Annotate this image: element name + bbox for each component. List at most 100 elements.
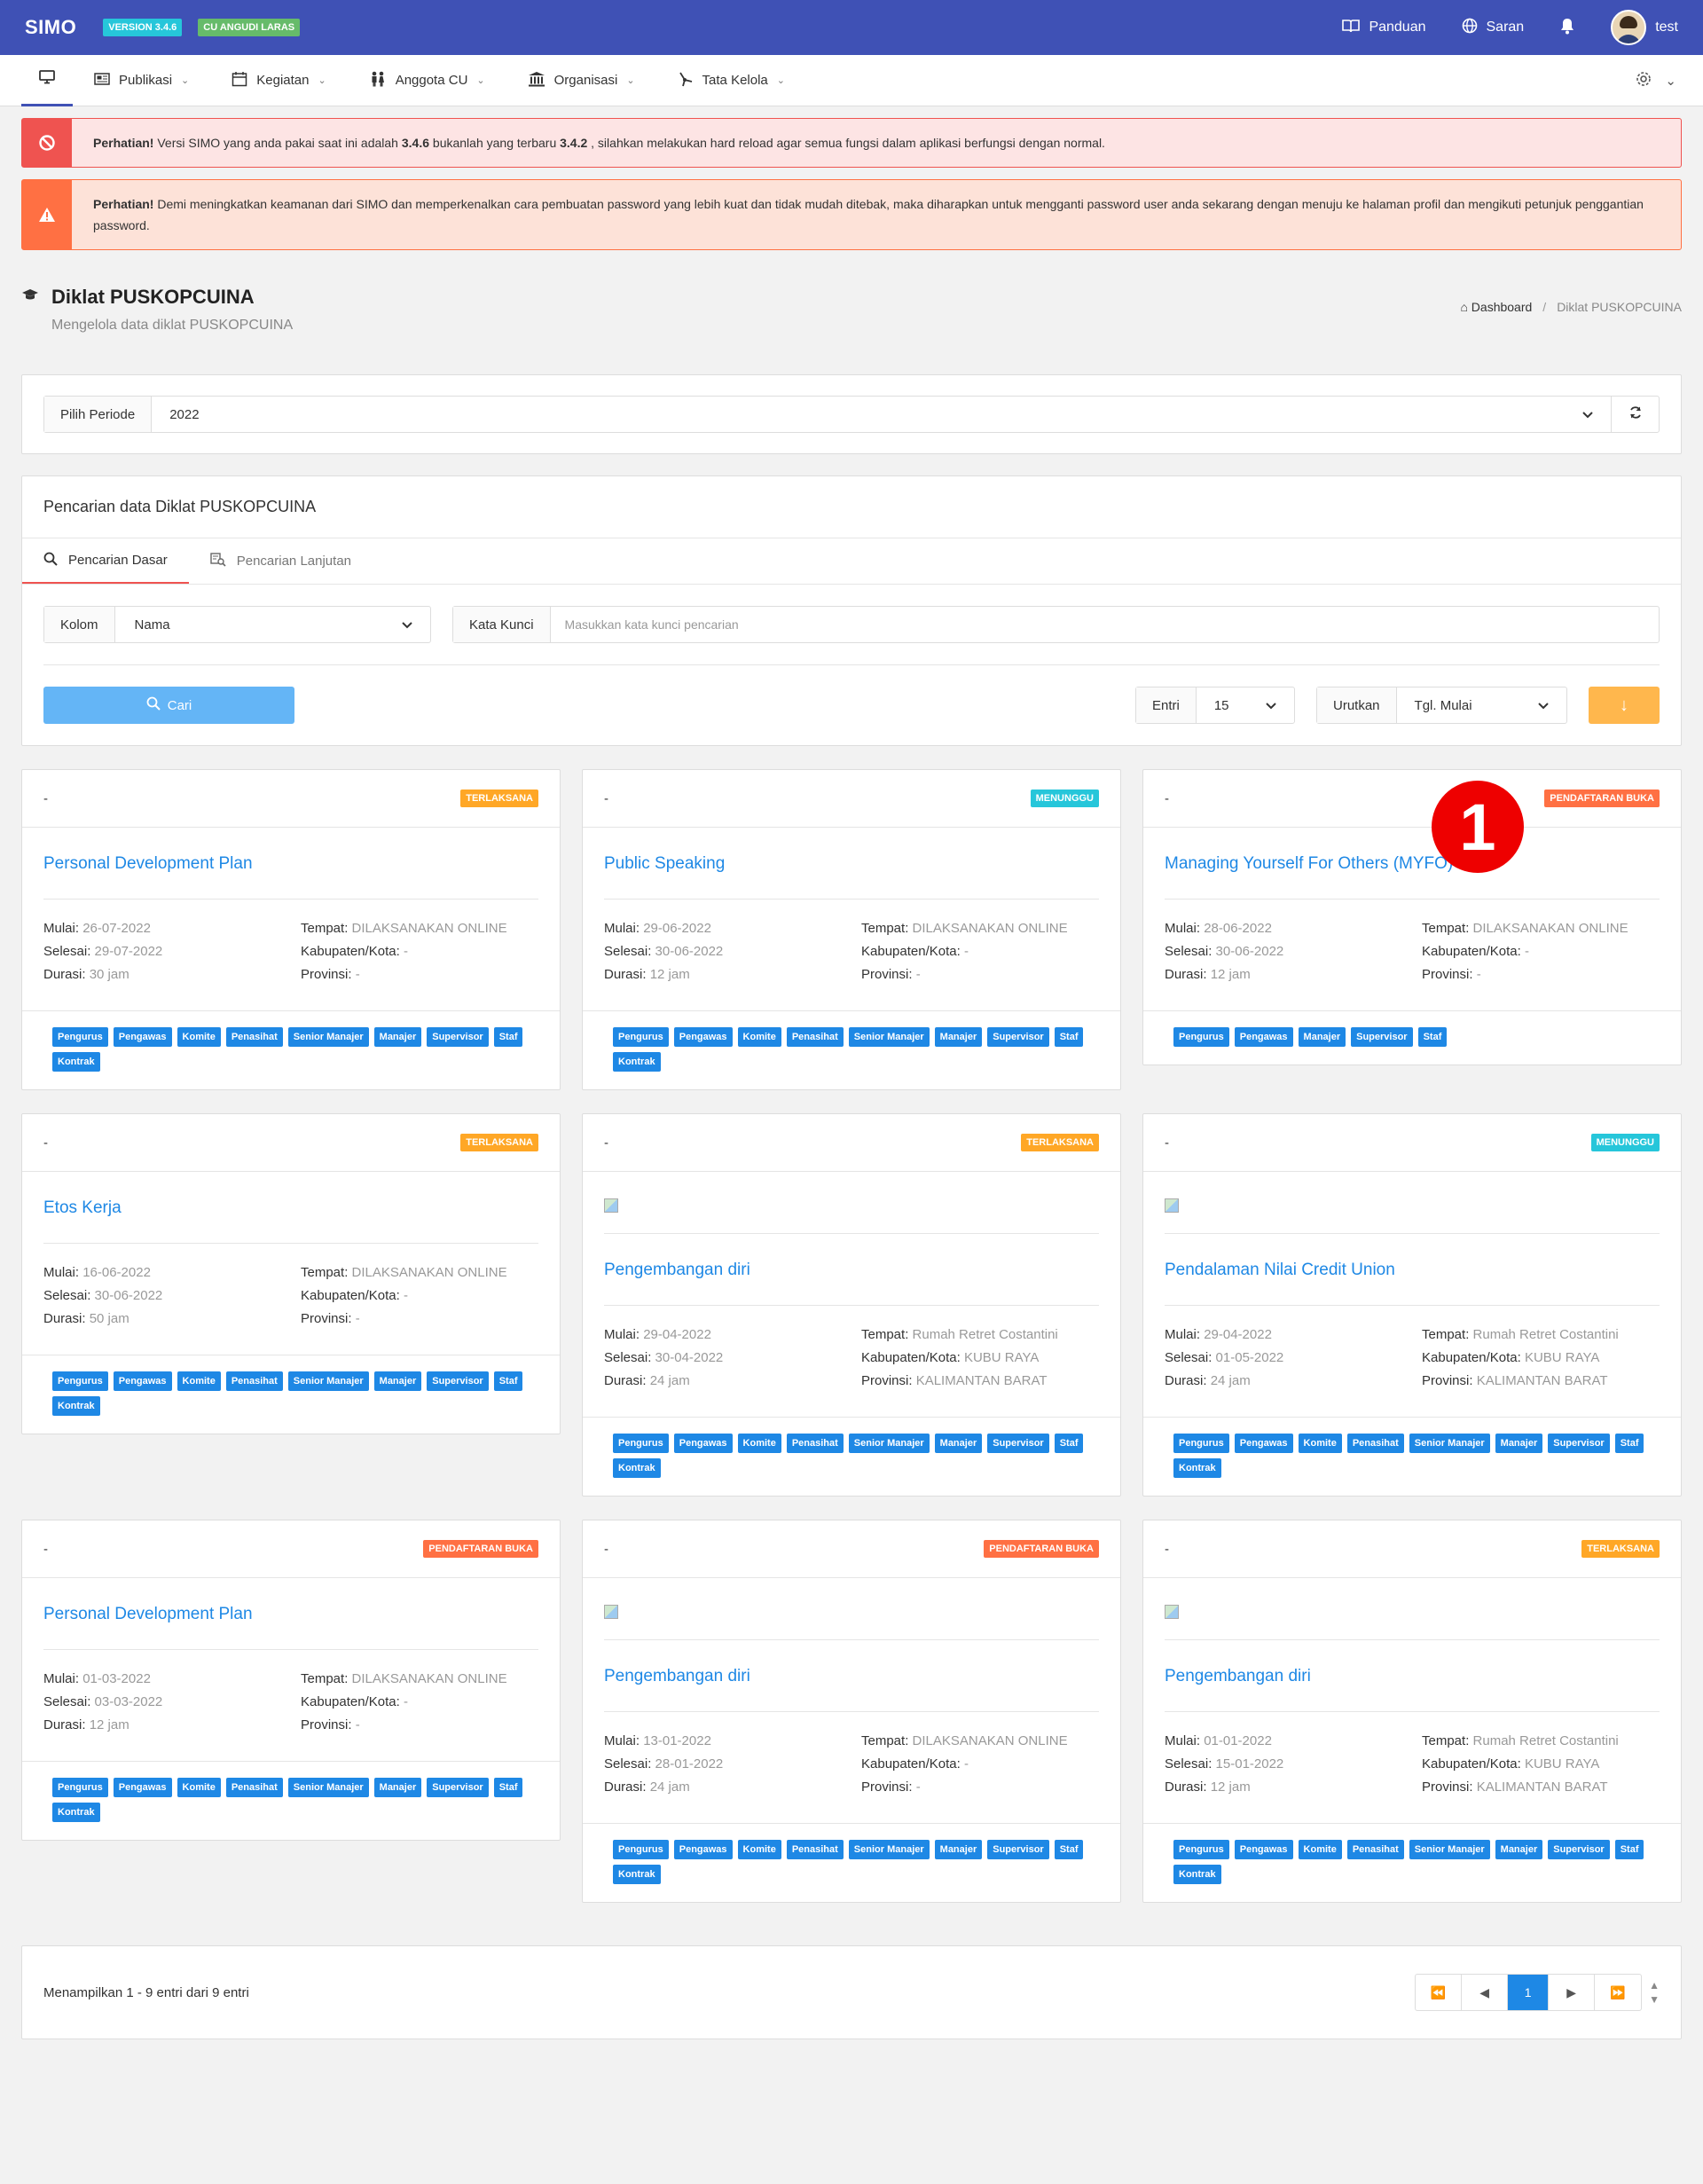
tempat-field: Tempat: DILAKSANAKAN ONLINE [301, 921, 507, 936]
refresh-button[interactable] [1611, 397, 1659, 432]
card-title[interactable]: Pengembangan diri [604, 1234, 1099, 1306]
diklat-card[interactable]: - PENDAFTARAN BUKA Personal Development … [21, 1520, 561, 1841]
diklat-card[interactable]: - MENUNGGU Pendalaman Nilai Credit Union… [1142, 1113, 1682, 1497]
last-page-button[interactable]: ⏩ [1595, 1975, 1641, 2010]
audience-tag: Kontrak [52, 1052, 100, 1072]
periode-select[interactable]: 2022 [152, 397, 1611, 432]
card-tags: Pengurus Pengawas Komite Penasihat Senior Ma… [583, 1010, 1120, 1089]
audience-tag: Kontrak [52, 1803, 100, 1822]
audience-tag: Senior Manajer [848, 1027, 930, 1047]
first-page-button[interactable]: ⏪ [1416, 1975, 1463, 2010]
audience-tag: Pengawas [673, 1027, 733, 1047]
card-title[interactable]: Managing Yourself For Others (MYFO) [1165, 828, 1660, 900]
entri-select[interactable]: 15 [1197, 687, 1294, 723]
card-header-text: - [1165, 1135, 1169, 1151]
audience-tag: Staf [1054, 1434, 1084, 1453]
saran-link[interactable]: Saran [1462, 18, 1524, 38]
page-subtitle: Mengelola data diklat PUSKOPCUINA [51, 318, 294, 333]
card-tags: Pengurus Pengawas Komite Penasihat Senior Ma… [1143, 1417, 1681, 1496]
card-info: Mulai: 29-04-2022 Tempat: Rumah Retret C… [604, 1306, 1099, 1417]
audience-tag: Manajer [934, 1027, 983, 1047]
durasi-field: Durasi: 30 jam [43, 967, 129, 982]
menu-organisasi[interactable]: Organisasi ⌄ [506, 55, 656, 106]
audience-tag: Komite [177, 1778, 221, 1797]
tempat-field: Tempat: Rumah Retret Costantini [861, 1327, 1058, 1342]
audience-tag: Pengurus [52, 1778, 108, 1797]
audience-tag: Pengawas [673, 1840, 733, 1859]
kata-kunci-label: Kata Kunci [453, 607, 551, 642]
settings-menu[interactable]: ⌄ [1635, 70, 1682, 91]
card-body: Pengembangan diri Mulai: 29-04-2022 Temp… [583, 1172, 1120, 1417]
tab-pencarian-lanjutan[interactable]: Pencarian Lanjutan [189, 538, 373, 584]
calendar-icon [232, 71, 247, 90]
status-badge: TERLAKSANA [460, 1134, 538, 1151]
kata-kunci-input[interactable]: Masukkan kata kunci pencarian [551, 607, 1659, 642]
card-title[interactable]: Etos Kerja [43, 1172, 538, 1244]
brand-logo[interactable]: SIMO [25, 16, 76, 39]
diklat-card[interactable]: - PENDAFTARAN BUKA Pengembangan diri Mul… [582, 1520, 1121, 1903]
card-title[interactable]: Personal Development Plan [43, 1578, 538, 1650]
audience-tag: Komite [1298, 1840, 1342, 1859]
card-title[interactable]: Pengembangan diri [604, 1640, 1099, 1712]
audience-tag: Senior Manajer [1409, 1840, 1490, 1859]
tempat-field: Tempat: Rumah Retret Costantini [1422, 1327, 1619, 1342]
urutkan-select[interactable]: Tgl. Mulai [1397, 687, 1566, 723]
prev-page-button[interactable]: ◀ [1462, 1975, 1509, 2010]
warning-icon [22, 180, 72, 249]
broken-image-icon [604, 1198, 618, 1213]
tab-pencarian-dasar[interactable]: Pencarian Dasar [22, 538, 189, 584]
card-header: - TERLAKSANA [22, 1114, 560, 1172]
audience-tag: Komite [737, 1434, 781, 1453]
tempat-field: Tempat: DILAKSANAKAN ONLINE [861, 921, 1068, 936]
card-title[interactable]: Personal Development Plan [43, 828, 538, 900]
caret-down-icon: ▼ [1649, 1993, 1660, 2006]
selesai-field: Selesai: 03-03-2022 [43, 1694, 163, 1709]
card-header: - TERLAKSANA [22, 770, 560, 828]
menu-dashboard[interactable] [21, 55, 73, 106]
audience-tag: Penasihat [1346, 1840, 1404, 1859]
home-icon: ⌂ [1460, 300, 1468, 314]
durasi-field: Durasi: 24 jam [1165, 1373, 1251, 1388]
sort-direction-button[interactable]: ↓ [1589, 687, 1660, 724]
durasi-field: Durasi: 24 jam [604, 1373, 690, 1388]
card-header-text: - [43, 1135, 48, 1151]
panduan-link[interactable]: Panduan [1342, 19, 1426, 37]
cari-button[interactable]: Cari [43, 687, 294, 724]
notification-button[interactable] [1559, 17, 1575, 39]
diklat-card[interactable]: - TERLAKSANA Pengembangan diri Mulai: 29… [582, 1113, 1121, 1497]
audience-tag: Kontrak [613, 1458, 661, 1478]
durasi-field: Durasi: 12 jam [1165, 1779, 1251, 1795]
bank-icon [528, 71, 545, 90]
diklat-card[interactable]: - TERLAKSANA Personal Development Plan M… [21, 769, 561, 1090]
tempat-field: Tempat: DILAKSANAKAN ONLINE [301, 1671, 507, 1686]
scroll-stepper[interactable]: ▲ ▼ [1649, 1978, 1660, 2007]
card-title[interactable]: Pendalaman Nilai Credit Union [1165, 1234, 1660, 1306]
user-menu[interactable]: test [1611, 10, 1678, 45]
diklat-card[interactable]: - PENDAFTARAN BUKA Managing Yourself For… [1142, 769, 1682, 1065]
audience-tag: Manajer [1495, 1434, 1543, 1453]
mulai-field: Mulai: 16-06-2022 [43, 1265, 151, 1280]
user-name: test [1655, 20, 1678, 35]
diklat-card[interactable]: - MENUNGGU Public Speaking Mulai: 29-06-… [582, 769, 1121, 1090]
diklat-card[interactable]: - TERLAKSANA Etos Kerja Mulai: 16-06-202… [21, 1113, 561, 1434]
menu-tata-kelola[interactable]: Tata Kelola ⌄ [656, 55, 806, 106]
kolom-select[interactable]: Nama [115, 607, 430, 642]
tempat-field: Tempat: DILAKSANAKAN ONLINE [861, 1733, 1068, 1748]
audience-tag: Komite [737, 1840, 781, 1859]
menu-label: Kegiatan [256, 73, 310, 88]
audience-tag: Senior Manajer [287, 1371, 369, 1391]
menu-anggota-cu[interactable]: Anggota CU ⌄ [348, 55, 506, 106]
next-page-button[interactable]: ▶ [1549, 1975, 1596, 2010]
page-button[interactable]: 1 [1508, 1975, 1550, 2010]
card-tags: Pengurus Pengawas Komite Penasihat Senior Ma… [22, 1010, 560, 1089]
diklat-card[interactable]: - TERLAKSANA Pengembangan diri Mulai: 01… [1142, 1520, 1682, 1903]
menu-publikasi[interactable]: Publikasi ⌄ [73, 55, 210, 106]
breadcrumb-separator: / [1542, 300, 1547, 314]
menu-kegiatan[interactable]: Kegiatan ⌄ [210, 55, 347, 106]
version-alert-message: Perhatian! Versi SIMO yang anda pakai sa… [93, 136, 1105, 150]
audience-tag: Supervisor [1351, 1027, 1413, 1047]
kabupaten-field: Kabupaten/Kota: - [1422, 944, 1529, 959]
card-title[interactable]: Public Speaking [604, 828, 1099, 900]
card-title[interactable]: Pengembangan diri [1165, 1640, 1660, 1712]
breadcrumb-dashboard[interactable]: ⌂ Dashboard [1460, 300, 1532, 357]
